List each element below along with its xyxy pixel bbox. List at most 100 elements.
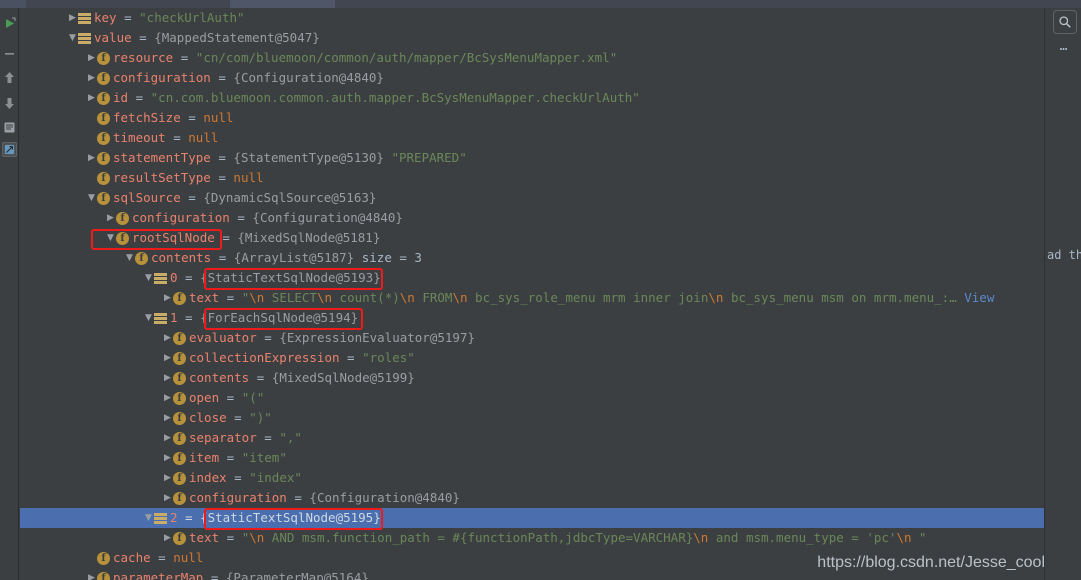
tree-row[interactable]: ▶ f configuration = {Configuration@4840} xyxy=(20,68,1045,88)
tree-row[interactable]: ▶ f open = "(" xyxy=(20,388,1045,408)
chevron-down-icon[interactable]: ▼ xyxy=(86,188,97,208)
assignment-operator: = xyxy=(180,110,204,125)
tree-row[interactable]: ▶ f text = "\n SELECT\n count(*)\n FROM\n … xyxy=(20,288,1045,308)
chevron-right-icon[interactable]: ▶ xyxy=(162,408,173,428)
tree-row[interactable]: ▶ f configuration = {Configuration@4840} xyxy=(20,208,1045,228)
assignment-operator: = xyxy=(150,550,174,565)
chevron-right-icon[interactable]: ▶ xyxy=(86,48,97,68)
variable-name: statementType xyxy=(113,150,211,165)
minus-icon[interactable] xyxy=(2,46,17,61)
chevron-right-icon[interactable]: ▶ xyxy=(162,388,173,408)
more-options-button[interactable]: … xyxy=(1053,40,1075,54)
header-segment-left xyxy=(0,0,26,8)
chevron-right-icon[interactable]: ▶ xyxy=(162,488,173,508)
assignment-operator: = xyxy=(219,530,242,545)
vertical-scrollbar-track[interactable] xyxy=(1036,8,1044,580)
tree-row[interactable]: ▼ 2 = {StaticTextSqlNode@5195} xyxy=(20,508,1045,528)
field-icon: f xyxy=(97,152,110,165)
tree-row[interactable]: ▼ f contents = {ArrayList@5187} size = 3 xyxy=(20,248,1045,268)
chevron-right-icon[interactable]: ▶ xyxy=(162,448,173,468)
header-segment-active-tab[interactable] xyxy=(230,0,335,8)
chevron-down-icon[interactable]: ▼ xyxy=(143,508,154,528)
tree-row[interactable]: ▶ f index = "index" xyxy=(20,468,1045,488)
variable-value: ")" xyxy=(249,410,272,425)
step-over-icon[interactable] xyxy=(2,70,17,85)
tree-spacer: ▶ xyxy=(86,128,97,148)
tree-row[interactable]: ▶ffetchSize = null xyxy=(20,108,1045,128)
tree-row[interactable]: ▶ f item = "item" xyxy=(20,448,1045,468)
header-segment-frames xyxy=(26,0,230,8)
field-icon: f xyxy=(173,452,186,465)
variables-tree-panel[interactable]: ▶ key = "checkUrlAuth" ▼ value = {MappedSta… xyxy=(20,8,1045,580)
variable-name: sqlSource xyxy=(113,190,181,205)
tree-row[interactable]: ▶ f text = "\n AND msm.function_path = #{f… xyxy=(20,528,1045,548)
tree-row[interactable]: ▶fresultSetType = null xyxy=(20,168,1045,188)
variable-value: {MixedSqlNode@5181} xyxy=(237,230,381,245)
field-icon: f xyxy=(173,352,186,365)
search-button[interactable] xyxy=(1053,10,1077,34)
tree-row[interactable]: ▼ 0 = {StaticTextSqlNode@5193} xyxy=(20,268,1045,288)
variable-value: {MixedSqlNode@5199} xyxy=(271,370,415,385)
chevron-down-icon[interactable]: ▼ xyxy=(143,308,154,328)
assignment-operator: = xyxy=(256,330,280,345)
assignment-operator: = xyxy=(211,250,234,265)
chevron-right-icon[interactable]: ▶ xyxy=(162,288,173,308)
variable-name: 1 xyxy=(170,310,178,325)
chevron-right-icon[interactable]: ▶ xyxy=(105,208,116,228)
chevron-right-icon[interactable]: ▶ xyxy=(162,468,173,488)
chevron-right-icon[interactable]: ▶ xyxy=(86,88,97,108)
export-threads-icon[interactable] xyxy=(2,142,17,157)
tree-row[interactable]: ▶ key = "checkUrlAuth" xyxy=(20,8,1045,28)
collection-entry-icon xyxy=(154,272,167,285)
variable-name: contents xyxy=(189,370,250,385)
tree-row[interactable]: ▼ 1 = {ForEachSqlNode@5194} xyxy=(20,308,1045,328)
chevron-right-icon[interactable]: ▶ xyxy=(162,528,173,548)
evaluate-expression-icon[interactable] xyxy=(2,120,17,135)
tree-row[interactable]: ▶ftimeout = null xyxy=(20,128,1045,148)
chevron-down-icon[interactable]: ▼ xyxy=(124,248,135,268)
chevron-right-icon[interactable]: ▶ xyxy=(162,328,173,348)
variable-extra: size = 3 xyxy=(354,250,422,265)
variable-value: null xyxy=(173,550,204,565)
variable-name: close xyxy=(189,410,227,425)
variable-name: configuration xyxy=(132,210,230,225)
step-into-icon[interactable] xyxy=(2,96,17,111)
field-icon: f xyxy=(135,252,148,265)
chevron-right-icon[interactable]: ▶ xyxy=(86,68,97,88)
tree-row[interactable]: ▼ value = {MappedStatement@5047} xyxy=(20,28,1045,48)
tree-row[interactable]: ▼ f sqlSource = {DynamicSqlSource@5163} xyxy=(20,188,1045,208)
variable-value: "\n SELECT\n count(*)\n FROM\n bc_sys_ro… xyxy=(241,290,957,305)
chevron-right-icon[interactable]: ▶ xyxy=(86,148,97,168)
assignment-operator: = xyxy=(131,30,155,45)
variable-value: {MappedStatement@5047} xyxy=(154,30,320,45)
chevron-right-icon[interactable]: ▶ xyxy=(67,8,78,28)
chevron-down-icon[interactable]: ▼ xyxy=(105,228,116,248)
chevron-right-icon[interactable]: ▶ xyxy=(86,568,97,580)
assignment-operator: = xyxy=(116,10,140,25)
chevron-right-icon[interactable]: ▶ xyxy=(162,368,173,388)
tree-row[interactable]: ▶ f collectionExpression = "roles" xyxy=(20,348,1045,368)
view-value-link[interactable]: View xyxy=(957,290,994,305)
tree-row[interactable]: ▶ f configuration = {Configuration@4840} xyxy=(20,488,1045,508)
tree-row[interactable]: ▶ f id = "cn.com.bluemoon.common.auth.mapp… xyxy=(20,88,1045,108)
collection-entry-icon xyxy=(154,512,167,525)
tree-row[interactable]: ▶ f statementType = {StatementType@5130} "… xyxy=(20,148,1045,168)
tree-row[interactable]: ▶ f separator = "," xyxy=(20,428,1045,448)
variable-name: rootSqlNode xyxy=(132,230,215,245)
tree-row[interactable]: ▶ f close = ")" xyxy=(20,408,1045,428)
chevron-down-icon[interactable]: ▼ xyxy=(143,268,154,288)
field-icon: f xyxy=(97,172,110,185)
assignment-operator: = xyxy=(214,230,238,245)
tree-row[interactable]: ▶ f evaluator = {ExpressionEvaluator@5197} xyxy=(20,328,1045,348)
assignment-operator: = xyxy=(210,70,234,85)
tree-row[interactable]: ▶ f contents = {MixedSqlNode@5199} xyxy=(20,368,1045,388)
tree-row[interactable]: ▶ f resource = "cn/com/bluemoon/common/aut… xyxy=(20,48,1045,68)
assignment-operator: = xyxy=(286,490,310,505)
chevron-right-icon[interactable]: ▶ xyxy=(162,428,173,448)
field-icon: f xyxy=(97,572,110,580)
chevron-right-icon[interactable]: ▶ xyxy=(162,348,173,368)
chevron-down-icon[interactable]: ▼ xyxy=(67,28,78,48)
field-icon: f xyxy=(173,472,186,485)
tree-row[interactable]: ▼ f rootSqlNode = {MixedSqlNode@5181} xyxy=(20,228,1045,248)
resume-program-icon[interactable] xyxy=(2,16,17,31)
